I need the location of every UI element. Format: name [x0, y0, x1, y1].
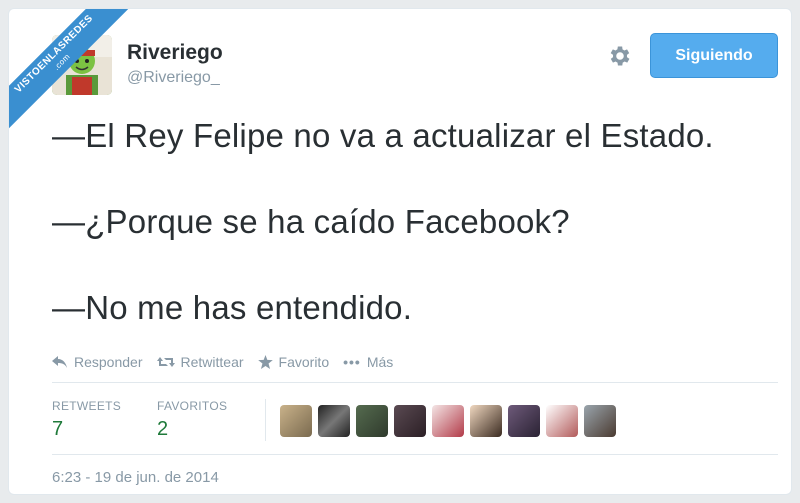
watermark: VISTOENLASREDES .com [9, 9, 139, 139]
retweet-action[interactable]: Retwittear [156, 354, 244, 370]
divider [52, 454, 778, 455]
retweeter-avatar[interactable] [356, 405, 388, 437]
stats-separator [265, 399, 266, 441]
retweeter-avatar[interactable] [280, 405, 312, 437]
retweeter-avatar[interactable] [584, 405, 616, 437]
retweeter-avatar[interactable] [432, 405, 464, 437]
reply-icon [52, 356, 67, 368]
more-label: Más [366, 354, 394, 370]
user-handle[interactable]: @Riveriego_ [127, 69, 220, 87]
watermark-ribbon: VISTOENLASREDES .com [9, 9, 136, 136]
tweet-text-line: —¿Porque se ha caído Facebook? [52, 203, 570, 240]
favorites-count: 2 [157, 418, 169, 440]
more-action[interactable]: ••• Más [343, 354, 393, 370]
more-dots-icon: ••• [343, 354, 361, 370]
retweets-count: 7 [52, 418, 64, 440]
reply-label: Responder [74, 354, 143, 370]
retweet-icon [156, 357, 175, 367]
tweet-card: VISTOENLASREDES .com Riveriego @Riverieg… [8, 8, 792, 495]
retweets-label: RETWEETS [52, 399, 122, 413]
favorite-action[interactable]: Favorito [257, 354, 330, 370]
tweet-actions: Responder Retwittear Favorito ••• Más [52, 354, 407, 370]
gear-icon[interactable] [607, 43, 633, 69]
tweet-timestamp[interactable]: 6:23 - 19 de jun. de 2014 [52, 469, 219, 486]
retweeter-avatar[interactable] [546, 405, 578, 437]
retweeter-avatar[interactable] [470, 405, 502, 437]
reply-action[interactable]: Responder [52, 354, 143, 370]
retweeter-avatar[interactable] [318, 405, 350, 437]
retweets-stat[interactable]: RETWEETS 7 [52, 399, 121, 441]
retweeter-avatar[interactable] [394, 405, 426, 437]
tweet-text-line: —No me has entendido. [52, 289, 413, 326]
star-icon [257, 355, 273, 369]
display-name[interactable]: Riveriego [127, 41, 223, 65]
divider [52, 382, 778, 383]
favorite-label: Favorito [278, 354, 330, 370]
retweet-label: Retwittear [180, 354, 244, 370]
retweeter-avatars [280, 405, 622, 437]
following-button[interactable]: Siguiendo [650, 33, 778, 78]
retweeter-avatar[interactable] [508, 405, 540, 437]
favorites-stat[interactable]: FAVORITOS 2 [157, 399, 227, 441]
watermark-text: VISTOENLASREDES [12, 12, 96, 96]
favorites-label: FAVORITOS [157, 399, 228, 413]
tweet-text-line: —El Rey Felipe no va a actualizar el Est… [52, 117, 714, 154]
